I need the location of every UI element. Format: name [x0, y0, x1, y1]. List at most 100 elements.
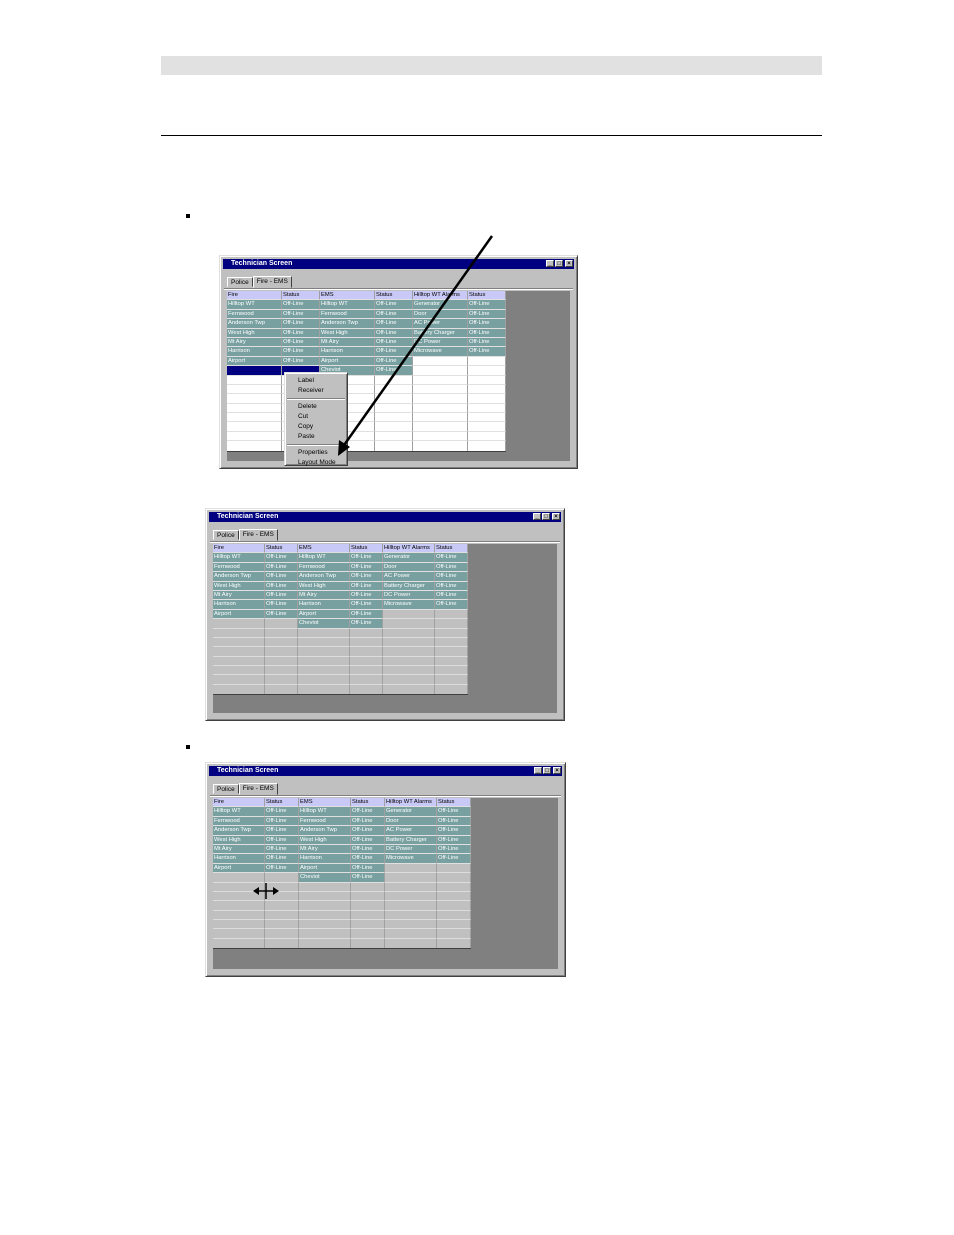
grid-cell[interactable]	[227, 394, 282, 404]
grid-cell[interactable]: Off-Line	[265, 572, 298, 582]
grid-cell[interactable]	[227, 375, 282, 385]
grid-cell[interactable]: Harrison	[213, 854, 265, 864]
grid-cell[interactable]	[413, 394, 468, 404]
grid-cell[interactable]: DC Power	[383, 590, 435, 601]
grid-cell[interactable]: Off-Line	[265, 590, 298, 601]
grid-cell[interactable]: Off-Line	[265, 844, 299, 855]
grid-cell[interactable]: Off-Line	[282, 328, 320, 338]
grid-cell[interactable]	[298, 656, 350, 667]
grid-cell[interactable]	[437, 938, 471, 949]
grid-cell[interactable]: Off-Line	[265, 826, 299, 836]
grid-cell[interactable]	[350, 637, 383, 648]
menu-item-layout-mode[interactable]: Layout Mode	[285, 458, 347, 468]
grid-cell[interactable]: Generator	[383, 553, 435, 563]
grid-cell[interactable]: Off-Line	[468, 300, 506, 310]
grid-cell[interactable]: Airport	[298, 609, 350, 620]
grid-cell[interactable]	[383, 609, 435, 620]
grid-cell[interactable]	[413, 422, 468, 432]
grid-cell[interactable]: Mt Airy	[213, 590, 265, 601]
grid-cell[interactable]: Battery Charger	[413, 328, 468, 338]
grid-cell[interactable]: Off-Line	[435, 590, 468, 601]
grid-cell[interactable]: Anderson Twp	[298, 572, 350, 582]
menu-item-delete[interactable]: Delete	[285, 402, 347, 412]
grid-cell[interactable]	[413, 356, 468, 367]
grid-cell[interactable]	[265, 901, 299, 911]
grid-cell[interactable]	[213, 637, 265, 648]
grid-cell[interactable]	[468, 375, 506, 385]
menu-item-copy[interactable]: Copy	[285, 422, 347, 432]
grid-cell[interactable]	[213, 910, 265, 921]
grid-cell[interactable]	[383, 684, 435, 695]
grid-cell[interactable]: Off-Line	[468, 347, 506, 357]
grid-cell[interactable]	[299, 910, 351, 921]
grid-cell[interactable]	[265, 920, 299, 930]
grid-cell[interactable]	[351, 882, 385, 892]
grid-cell[interactable]	[437, 891, 471, 902]
grid-cell[interactable]: Off-Line	[437, 807, 471, 817]
grid-cell[interactable]: DC Power	[385, 844, 437, 855]
grid-cell[interactable]	[213, 929, 265, 939]
grid-cell[interactable]: Off-Line	[351, 826, 385, 836]
grid-cell[interactable]: Off-Line	[282, 309, 320, 320]
grid-cell[interactable]: Off-Line	[265, 807, 299, 817]
minimize-icon[interactable]: _	[533, 513, 541, 520]
grid-cell[interactable]: Off-Line	[375, 328, 413, 338]
grid-cell[interactable]	[227, 413, 282, 423]
grid-cell[interactable]: Door	[383, 562, 435, 573]
grid-cell[interactable]: Off-Line	[437, 844, 471, 855]
grid-cell[interactable]	[385, 891, 437, 902]
grid-cell[interactable]	[350, 628, 383, 638]
grid-cell[interactable]: Off-Line	[375, 356, 413, 367]
grid-cell[interactable]: Airport	[299, 863, 351, 874]
grid-cell[interactable]	[351, 938, 385, 949]
grid-cell[interactable]	[437, 873, 471, 883]
grid-cell[interactable]: West High	[320, 328, 375, 338]
grid-cell[interactable]	[468, 366, 506, 376]
grid-cell[interactable]: Off-Line	[350, 562, 383, 573]
grid-cell[interactable]	[383, 637, 435, 648]
grid-cell[interactable]: Off-Line	[282, 356, 320, 367]
grid-cell[interactable]: Off-Line	[265, 835, 299, 845]
grid-cell[interactable]: Mt Airy	[320, 337, 375, 348]
grid-cell[interactable]: Off-Line	[437, 816, 471, 827]
grid-cell[interactable]	[437, 882, 471, 892]
grid-cell[interactable]	[350, 666, 383, 676]
grid-cell[interactable]	[468, 384, 506, 395]
grid-cell[interactable]	[435, 656, 468, 667]
grid-cell[interactable]	[350, 684, 383, 695]
menu-item-paste[interactable]: Paste	[285, 432, 347, 442]
grid-cell[interactable]: Off-Line	[265, 863, 299, 874]
grid-cell[interactable]	[385, 901, 437, 911]
grid-cell[interactable]	[385, 920, 437, 930]
grid-cell[interactable]: Anderson Twp	[227, 319, 282, 329]
grid-cell[interactable]	[298, 684, 350, 695]
grid-cell[interactable]	[265, 619, 298, 629]
grid-cell[interactable]: Off-Line	[350, 581, 383, 591]
menu-item-cut[interactable]: Cut	[285, 412, 347, 422]
grid-cell[interactable]	[298, 666, 350, 676]
grid-cell[interactable]: Off-Line	[350, 590, 383, 601]
grid-cell[interactable]	[227, 384, 282, 395]
grid-cell[interactable]: Off-Line	[350, 572, 383, 582]
grid-cell[interactable]	[298, 637, 350, 648]
grid-cell[interactable]: West High	[227, 328, 282, 338]
grid-cell[interactable]: Fernwood	[227, 309, 282, 320]
grid-cell[interactable]: Off-Line	[437, 835, 471, 845]
grid-cell[interactable]	[350, 656, 383, 667]
grid-cell[interactable]: Off-Line	[375, 319, 413, 329]
grid-cell[interactable]: Fernwood	[213, 816, 265, 827]
grid-cell[interactable]	[227, 366, 282, 376]
grid-cell[interactable]	[299, 891, 351, 902]
grid-cell[interactable]: Off-Line	[375, 337, 413, 348]
grid-cell[interactable]: Off-Line	[468, 319, 506, 329]
grid-cell[interactable]	[437, 929, 471, 939]
grid-cell[interactable]: Off-Line	[435, 553, 468, 563]
grid-cell[interactable]: Door	[385, 816, 437, 827]
grid-cell[interactable]	[468, 441, 506, 451]
grid-cell[interactable]: Off-Line	[351, 816, 385, 827]
grid-cell[interactable]	[385, 929, 437, 939]
grid-cell[interactable]	[375, 431, 413, 442]
grid-cell[interactable]: Airport	[213, 609, 265, 620]
grid-cell[interactable]: West High	[213, 835, 265, 845]
grid-cell[interactable]	[265, 666, 298, 676]
